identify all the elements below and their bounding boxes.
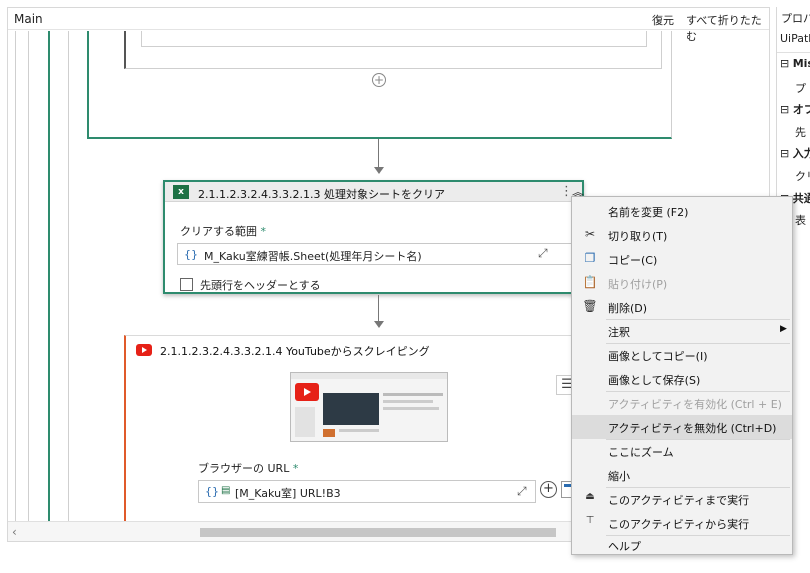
menu-item-delete[interactable]: 🗑 削除(D) [572, 295, 792, 319]
designer-header: Main 復元 すべて折りたたむ [8, 8, 769, 43]
screenshot-thumbnail [290, 372, 448, 442]
activity-youtube-scraping[interactable]: 2.1.1.2.3.2.4.3.3.2.1.4 YouTubeからスクレイピング… [124, 335, 584, 541]
run-from-icon: ⊤ [585, 515, 595, 526]
menu-item-annotation[interactable]: 注釈 ▶ [572, 319, 792, 343]
menu-item-run-from-here[interactable]: ⊤ このアクティビティから実行 [572, 511, 792, 535]
nesting-line [15, 31, 16, 541]
copy-icon: ❐ [584, 251, 596, 265]
arrow-down-icon [374, 167, 384, 174]
menu-item-copy[interactable]: ❐ コピー(C) [572, 247, 792, 271]
menu-item-rename[interactable]: 名前を変更 (F2) [572, 199, 792, 223]
nesting-line [68, 31, 69, 521]
restore-button[interactable]: 復元 [652, 12, 674, 28]
activity-title: 2.1.1.2.3.2.4.3.3.2.1.4 YouTubeからスクレイピング [160, 345, 430, 358]
url-label: ブラウザーの URL * [198, 462, 299, 475]
property-row[interactable]: 先 [795, 124, 806, 140]
paste-icon: 📋 [582, 275, 598, 289]
youtube-icon [136, 344, 152, 356]
scroll-left-icon[interactable]: ‹ [12, 525, 17, 539]
range-input[interactable]: {} M_Kaku室練習帳.Sheet(処理年月シート名) ⤢ [177, 243, 577, 265]
collapse-all-button[interactable]: すべて折りたたむ [686, 12, 769, 44]
url-value: [M_Kaku室] URL!B3 [235, 487, 341, 500]
expression-icon: {} [184, 248, 198, 261]
menu-item-zoom-here[interactable]: ここにズーム [572, 439, 792, 463]
url-input[interactable]: {} ▤ [M_Kaku室] URL!B3 ⤢ [198, 480, 536, 503]
header-checkbox[interactable] [180, 278, 193, 291]
menu-item-disable-activity[interactable]: アクティビティを無効化 (Ctrl+D) [572, 415, 792, 439]
scrollbar-thumb[interactable] [200, 528, 556, 537]
activity-title: 2.1.1.2.3.2.4.3.3.2.1.3 処理対象シートをクリア [198, 188, 445, 201]
menu-item-copy-as-image[interactable]: 画像としてコピー(I) [572, 343, 792, 367]
nesting-line [28, 31, 29, 541]
expression-icon: {} [205, 485, 219, 498]
menu-item-paste[interactable]: 📋 貼り付け(P) [572, 271, 792, 295]
thumbnail-youtube-logo [295, 383, 319, 401]
add-icon[interactable]: + [540, 481, 557, 498]
expand-editor-icon[interactable]: ⤢ [538, 246, 548, 261]
properties-title: プロパ [781, 12, 810, 25]
excel-reference-icon: ▤ [221, 485, 231, 496]
range-value: M_Kaku室練習帳.Sheet(処理年月シート名) [204, 250, 422, 263]
category-options[interactable]: ⊟ オフ [780, 101, 810, 117]
activity-header: x 2.1.1.2.3.2.4.3.3.2.1.3 処理対象シートをクリア ⋮ … [165, 182, 584, 202]
activity-clear-sheet[interactable]: x 2.1.1.2.3.2.4.3.3.2.1.3 処理対象シートをクリア ⋮ … [163, 180, 584, 294]
menu-item-help[interactable]: ヘルプ [572, 533, 792, 557]
container-border-left [48, 31, 50, 521]
menu-item-cut[interactable]: ✂ 切り取り(T) [572, 223, 792, 247]
run-to-icon: ⏏ [585, 491, 595, 502]
category-misc[interactable]: ⊟ Mis [780, 57, 810, 70]
designer-title: Main [14, 12, 43, 26]
menu-item-run-to-here[interactable]: ⏏ このアクティビティまで実行 [572, 487, 792, 511]
properties-activity-type: UiPath [780, 32, 810, 45]
context-menu: 名前を変更 (F2) ✂ 切り取り(T) ❐ コピー(C) 📋 貼り付け(P) 🗑 削除… [571, 196, 793, 555]
add-activity-icon[interactable]: + [372, 73, 386, 87]
studio-window: Main 復元 すべて折りたたむ + x 2.1.1.2.3.2.4.3.3.2… [0, 0, 810, 573]
connector-line [378, 139, 379, 169]
scissors-icon: ✂ [584, 227, 596, 241]
menu-item-collapse[interactable]: 縮小 [572, 463, 792, 487]
menu-item-enable-activity[interactable]: アクティビティを有効化 (Ctrl + E) [572, 391, 792, 415]
submenu-arrow-icon: ▶ [780, 324, 787, 334]
upper-inner-box [141, 31, 647, 47]
header-checkbox-label: 先頭行をヘッダーとする [200, 279, 321, 292]
excel-icon: x [173, 185, 189, 199]
property-row[interactable]: 表 [795, 212, 806, 228]
category-input[interactable]: ⊟ 入力 [780, 145, 810, 161]
trash-icon: 🗑 [582, 299, 598, 313]
connector-line [378, 295, 379, 323]
arrow-down-icon [374, 321, 384, 328]
menu-item-save-as-image[interactable]: 画像として保存(S) [572, 367, 792, 391]
property-row[interactable]: プ [795, 80, 806, 96]
property-row[interactable]: クリ [795, 168, 810, 184]
range-label: クリアする範囲 * [180, 225, 266, 238]
expand-editor-icon[interactable]: ⤢ [517, 484, 527, 499]
